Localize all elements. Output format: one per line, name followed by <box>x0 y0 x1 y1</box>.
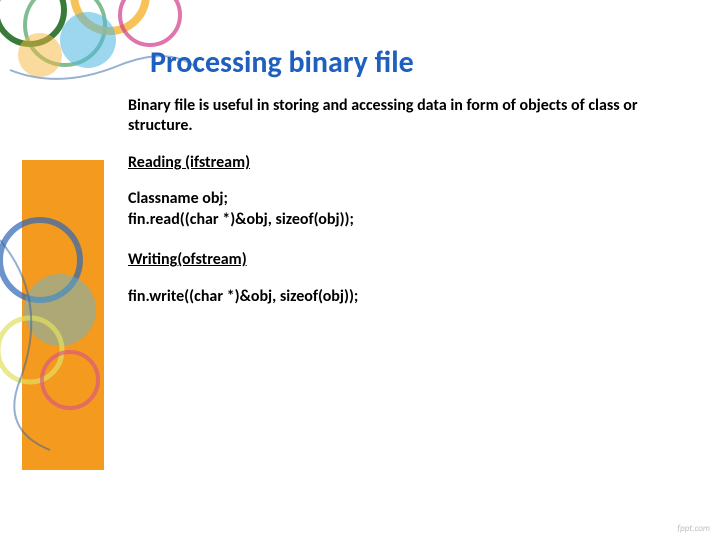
code-line: Classname obj; <box>128 189 698 209</box>
slide-title: Processing binary file <box>150 44 414 81</box>
reading-heading: Reading (ifstream) <box>128 153 698 173</box>
code-line: fin.read((char *)&obj, sizeof(obj)); <box>128 210 698 230</box>
reading-code: Classname obj; fin.read((char *)&obj, si… <box>128 189 698 230</box>
footer-watermark: fppt.com <box>677 523 710 534</box>
intro-text: Binary file is useful in storing and acc… <box>128 96 698 137</box>
writing-heading: Writing(ofstream) <box>128 250 698 270</box>
decorative-left-swirls <box>0 200 130 460</box>
code-line: fin.write((char *)&obj, sizeof(obj)); <box>128 287 698 307</box>
slide-body: Binary file is useful in storing and acc… <box>128 96 698 327</box>
writing-code: fin.write((char *)&obj, sizeof(obj)); <box>128 287 698 307</box>
slide: Processing binary file Binary file is us… <box>0 0 720 540</box>
